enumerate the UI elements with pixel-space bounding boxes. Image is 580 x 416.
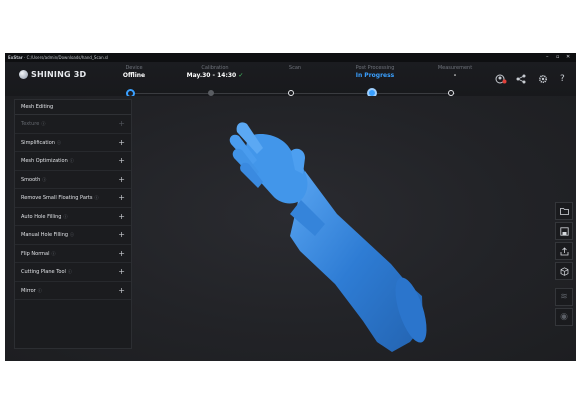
panel-title: Mesh Editing xyxy=(15,100,131,115)
info-icon: ⓘ xyxy=(70,232,75,237)
plus-icon: + xyxy=(118,230,125,239)
info-icon: ⓘ xyxy=(67,269,72,274)
step-scan[interactable]: Scan xyxy=(250,65,340,72)
eye-icon[interactable]: ◉ xyxy=(555,308,573,326)
info-icon: ⓘ xyxy=(42,176,47,182)
layers-icon[interactable]: ≋ xyxy=(555,288,573,306)
panel-item-remove-small-floating-parts[interactable]: Remove Small Floating Parts ⓘ + xyxy=(15,189,131,208)
panel-item-smooth[interactable]: Smooth ⓘ + xyxy=(15,171,131,189)
plus-icon: + xyxy=(118,137,125,147)
plus-icon: + xyxy=(118,211,125,221)
plus-icon: + xyxy=(118,193,125,202)
share-icon[interactable] xyxy=(516,74,528,87)
step-calibration[interactable]: Calibration May.30 - 14:30 ✓ xyxy=(170,65,260,79)
check-icon: ✓ xyxy=(238,72,244,79)
panel-item-mirror[interactable]: Mirror ⓘ + xyxy=(15,282,131,300)
right-toolbar: ≋ ◉ xyxy=(553,202,573,328)
info-icon: ⓘ xyxy=(56,139,61,145)
plus-icon: + xyxy=(118,248,125,258)
panel-item-texture[interactable]: Texture ⓘ + xyxy=(15,115,131,134)
info-icon: ⓘ xyxy=(41,121,46,126)
step-device[interactable]: Device Offline xyxy=(89,65,179,79)
app-window: ExStar · C:/Users/admin/Downloads/hand_S… xyxy=(5,53,576,361)
panel-item-manual-hole-filling[interactable]: Manual Hole Filling ⓘ + xyxy=(15,226,131,245)
folder-icon[interactable] xyxy=(555,202,573,220)
info-icon: ⓘ xyxy=(51,250,56,256)
step-post-processing[interactable]: Post Processing In Progress xyxy=(330,65,420,79)
plus-icon: + xyxy=(118,174,125,184)
logo-mark xyxy=(19,70,28,79)
panel-item-cutting-plane-tool[interactable]: Cutting Plane Tool ⓘ + xyxy=(15,263,131,282)
panel-item-flip-normal[interactable]: Flip Normal ⓘ + xyxy=(15,245,131,263)
window-title: ExStar · C:/Users/admin/Downloads/hand_S… xyxy=(8,55,109,60)
export-icon[interactable] xyxy=(555,242,573,260)
workflow-header: SHINING 3D Device Offline Calibration Ma… xyxy=(5,62,576,98)
panel-item-mesh-optimization[interactable]: Mesh Optimization ⓘ + xyxy=(15,152,131,171)
info-icon: ⓘ xyxy=(94,195,99,200)
settings-icon[interactable] xyxy=(538,74,550,87)
panel-item-auto-hole-filling[interactable]: Auto Hole Filling ⓘ + xyxy=(15,208,131,226)
plus-icon: + xyxy=(118,267,125,276)
maximize-icon[interactable]: ▫ xyxy=(556,53,559,62)
view-cube-icon[interactable] xyxy=(555,262,573,280)
step-measurement[interactable]: Measurement - xyxy=(410,65,500,79)
help-icon[interactable]: ? xyxy=(560,74,565,84)
user-icon[interactable] xyxy=(495,74,507,87)
title-bar: ExStar · C:/Users/admin/Downloads/hand_S… xyxy=(5,53,576,62)
info-icon: ⓘ xyxy=(69,158,74,163)
mesh-editing-panel: Mesh Editing Texture ⓘ + Simplification ⓘ + … xyxy=(14,99,132,349)
panel-item-simplification[interactable]: Simplification ⓘ + xyxy=(15,134,131,152)
info-icon: ⓘ xyxy=(63,213,68,219)
plus-icon: + xyxy=(118,156,125,165)
plus-icon: + xyxy=(118,119,125,128)
save-icon[interactable] xyxy=(555,222,573,240)
close-icon[interactable]: ✕ xyxy=(566,53,570,62)
brand-logo: SHINING 3D xyxy=(19,70,86,79)
plus-icon: + xyxy=(118,285,125,295)
minimize-icon[interactable]: – xyxy=(546,53,549,62)
info-icon: ⓘ xyxy=(37,287,42,293)
